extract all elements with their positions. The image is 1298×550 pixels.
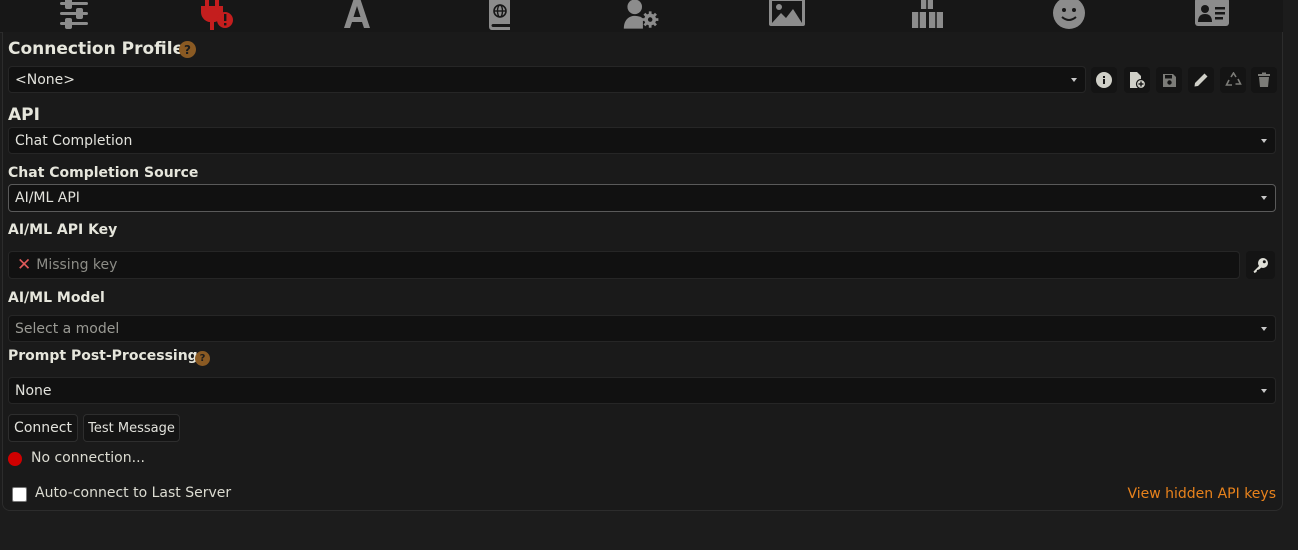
book-atlas-icon[interactable]: [480, 0, 520, 30]
file-add-icon: [1130, 72, 1146, 89]
test-message-button[interactable]: Test Message: [83, 414, 180, 442]
reload-profile-button[interactable]: [1220, 67, 1246, 93]
cubes-icon[interactable]: [908, 0, 948, 30]
info-button[interactable]: [1091, 67, 1117, 93]
key-icon: [1253, 257, 1268, 273]
user-gear-icon[interactable]: [622, 0, 662, 30]
pencil-icon: [1194, 73, 1208, 87]
chevron-down-icon: [1261, 138, 1267, 143]
missing-key-icon: ✕: [17, 254, 32, 275]
top-nav-bar: [0, 0, 1283, 33]
prompt-post-processing-select[interactable]: None: [8, 377, 1276, 404]
prompt-post-processing-label: Prompt Post-Processing: [8, 348, 198, 364]
api-select[interactable]: Chat Completion: [8, 127, 1276, 154]
save-icon: [1162, 73, 1176, 87]
sliders-icon[interactable]: [54, 0, 94, 30]
api-selected-value: Chat Completion: [15, 132, 133, 149]
connection-profile-title: Connection Profile: [8, 39, 185, 59]
info-icon: [1096, 72, 1112, 88]
auto-connect-label[interactable]: Auto-connect to Last Server: [35, 485, 231, 501]
model-label: AI/ML Model: [8, 290, 105, 306]
delete-profile-button[interactable]: [1251, 67, 1277, 93]
chevron-down-icon: [1261, 196, 1267, 200]
api-key-placeholder: Missing key: [36, 257, 118, 273]
address-card-icon[interactable]: [1192, 0, 1232, 30]
chevron-down-icon: [1071, 77, 1077, 82]
trash-icon: [1258, 72, 1270, 87]
chat-completion-source-value: AI/ML API: [15, 190, 80, 206]
save-profile-button[interactable]: [1156, 67, 1182, 93]
connection-profile-value: <None>: [15, 71, 75, 88]
view-hidden-api-keys-link[interactable]: View hidden API keys: [1127, 486, 1276, 502]
create-profile-button[interactable]: [1124, 67, 1150, 93]
chat-completion-source-label: Chat Completion Source: [8, 165, 199, 181]
font-icon[interactable]: [337, 0, 377, 30]
smile-icon[interactable]: [1049, 0, 1089, 30]
chevron-down-icon: [1261, 388, 1267, 393]
image-icon[interactable]: [767, 0, 807, 30]
model-select[interactable]: Select a model: [8, 315, 1276, 342]
connection-status-dot: [8, 452, 22, 466]
auto-connect-checkbox[interactable]: [12, 487, 27, 502]
connection-status-text: No connection...: [31, 450, 145, 466]
plug-icon[interactable]: [196, 0, 236, 30]
recycle-icon: [1224, 72, 1242, 86]
api-key-input[interactable]: ✕ Missing key: [8, 251, 1240, 279]
api-label: API: [8, 105, 40, 125]
api-key-label: AI/ML API Key: [8, 222, 118, 238]
chat-completion-source-select[interactable]: AI/ML API: [8, 184, 1276, 212]
help-icon[interactable]: ?: [195, 351, 210, 366]
model-placeholder: Select a model: [15, 320, 120, 337]
prompt-post-processing-value: None: [15, 382, 52, 399]
chevron-down-icon: [1261, 326, 1267, 331]
connect-button[interactable]: Connect: [8, 414, 78, 442]
rename-profile-button[interactable]: [1188, 67, 1214, 93]
connection-profile-select[interactable]: <None>: [8, 66, 1086, 93]
help-icon[interactable]: ?: [179, 41, 196, 58]
manage-api-keys-button[interactable]: [1246, 251, 1275, 279]
